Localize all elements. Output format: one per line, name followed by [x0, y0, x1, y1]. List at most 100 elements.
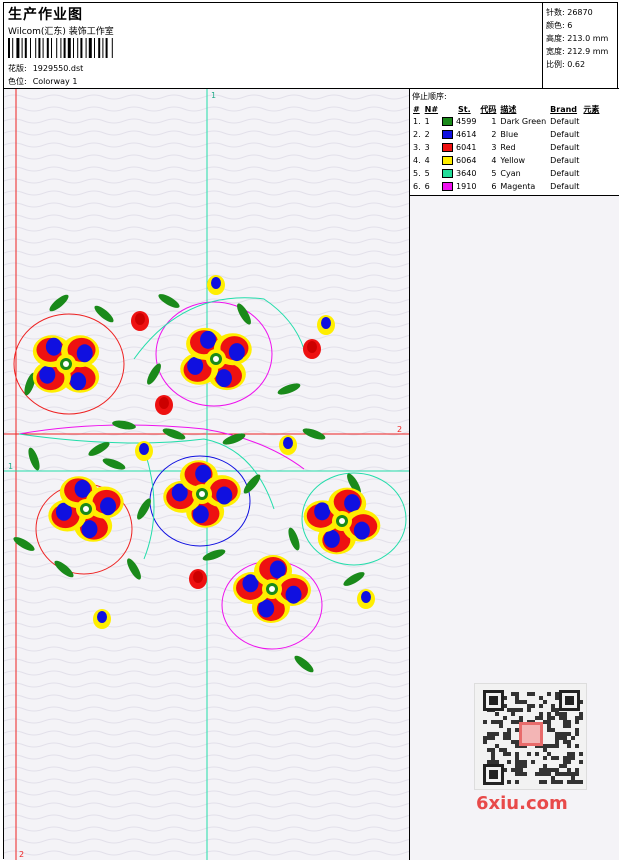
row-index: 2. — [413, 130, 421, 139]
embroidery-preview: 1 1 2 2 — [4, 89, 409, 860]
design-scale-label: 比例: — [546, 60, 565, 69]
stop-sequence-panel: 停止顺序: # N# St. 代码 描述 Brand 元素 1. 1 4599 1 Da… — [410, 89, 619, 196]
bud-3 — [317, 315, 335, 335]
row-description: Cyan — [500, 169, 521, 178]
row-stitches: 6064 — [440, 154, 478, 167]
row-brand: Default — [550, 117, 580, 126]
color-row: 5. 5 3640 5 Cyan Default — [411, 167, 601, 180]
row-stitch-count: 4614 — [456, 130, 477, 139]
bud-1 — [131, 311, 149, 331]
qr-code — [474, 683, 587, 790]
guide-marker-top: 1 — [211, 91, 216, 100]
row-stitch-count: 4599 — [456, 117, 477, 126]
row-stitch-count: 6064 — [456, 156, 477, 165]
color-swatch — [442, 143, 454, 152]
guide-marker-left: 1 — [8, 462, 13, 471]
row-stitches: 4614 — [440, 128, 478, 141]
row-needle: 4 — [424, 156, 430, 165]
color-swatch — [442, 117, 454, 126]
row-description: Blue — [500, 130, 519, 139]
flower-2 — [180, 327, 252, 391]
production-worksheet: 生产作业图 Wilcom(汇东) 装饰工作室 花版: 1929550.dst 色位… — [3, 2, 619, 860]
row-brand: Default — [550, 182, 580, 191]
row-stitch-count: 6041 — [456, 143, 477, 152]
row-stitch-count: 3640 — [456, 169, 477, 178]
design-scale: 比例: 0.62 — [546, 59, 585, 70]
row-element — [581, 167, 601, 180]
row-brand: Default — [550, 143, 580, 152]
row-description: Magenta — [500, 182, 536, 191]
side-panel: 停止顺序: # N# St. 代码 描述 Brand 元素 1. 1 4599 1 Da… — [410, 89, 619, 860]
row-stitches: 4599 — [440, 115, 478, 128]
row-code: 2 — [491, 130, 497, 139]
stop-sequence-title: 停止顺序: — [412, 92, 447, 101]
flower-1 — [32, 335, 100, 393]
design-stats: 针数: 26870 颜色: 6 高度: 213.0 mm 宽度: 212.9 m… — [542, 3, 619, 89]
color-swatch — [442, 182, 454, 191]
row-code: 1 — [491, 117, 497, 126]
row-index: 6. — [413, 182, 421, 191]
row-needle: 3 — [424, 143, 430, 152]
row-brand: Default — [550, 156, 580, 165]
row-description: Yellow — [500, 156, 526, 165]
row-description: Red — [500, 143, 516, 152]
guide-marker-bottom: 2 — [19, 850, 24, 859]
row-index: 1. — [413, 117, 421, 126]
color-row: 4. 4 6064 4 Yellow Default — [411, 154, 601, 167]
header-info: 生产作业图 Wilcom(汇东) 装饰工作室 花版: 1929550.dst 色位… — [4, 3, 542, 89]
bud-8 — [93, 609, 111, 629]
col-index: # — [413, 104, 420, 114]
row-needle: 1 — [424, 117, 430, 126]
color-count: 颜色: 6 — [546, 20, 572, 31]
color-row: 1. 1 4599 1 Dark Green Default — [411, 115, 601, 128]
design-canvas[interactable]: 1 1 2 2 — [4, 89, 410, 860]
barcode — [8, 38, 113, 58]
guide-marker-right: 2 — [397, 425, 402, 434]
col-brand: Brand — [550, 104, 578, 114]
color-count-value: 6 — [567, 21, 573, 30]
row-element — [581, 115, 601, 128]
row-element — [581, 141, 601, 154]
row-code: 3 — [491, 143, 497, 152]
design-scale-value: 0.62 — [567, 60, 586, 69]
stitch-count-value: 26870 — [567, 8, 593, 17]
row-stitches: 3640 — [440, 167, 478, 180]
color-table-header: # N# St. 代码 描述 Brand 元素 — [411, 103, 601, 115]
row-needle: 5 — [424, 169, 430, 178]
color-row: 6. 6 1910 6 Magenta Default — [411, 180, 601, 193]
bud-4 — [155, 395, 173, 415]
design-label: 花版: — [8, 64, 27, 73]
bud-7 — [189, 569, 207, 589]
page-title: 生产作业图 — [8, 7, 83, 23]
row-element — [581, 180, 601, 193]
row-code: 6 — [491, 182, 497, 191]
color-row: 3. 3 6041 3 Red Default — [411, 141, 601, 154]
design-width-value: 212.9 mm — [567, 47, 609, 56]
design-height-label: 高度: — [546, 34, 565, 43]
design-height-value: 213.0 mm — [567, 34, 609, 43]
row-index: 5. — [413, 169, 421, 178]
color-count-label: 颜色: — [546, 21, 565, 30]
color-swatch — [442, 169, 454, 178]
stitch-count: 针数: 26870 — [546, 7, 593, 18]
design-width-label: 宽度: — [546, 47, 565, 56]
color-table: # N# St. 代码 描述 Brand 元素 1. 1 4599 1 Dark Gre… — [411, 103, 601, 193]
design-value: 1929550.dst — [32, 64, 84, 73]
row-stitches: 1910 — [440, 180, 478, 193]
bud-9 — [357, 589, 375, 609]
row-brand: Default — [550, 130, 580, 139]
row-stitches: 6041 — [440, 141, 478, 154]
bud-10 — [303, 339, 321, 359]
row-description: Dark Green — [500, 117, 547, 126]
col-needle: N# — [424, 104, 439, 114]
col-description: 描述 — [500, 104, 517, 114]
row-needle: 2 — [424, 130, 430, 139]
row-code: 5 — [491, 169, 497, 178]
row-index: 3. — [413, 143, 421, 152]
watermark-logo: 6xiu.com — [476, 793, 568, 814]
colorway-label: 色位: — [8, 77, 27, 86]
colorway-value: Colorway 1 — [32, 77, 78, 86]
col-stitches: St. — [458, 104, 471, 114]
color-swatch — [442, 130, 454, 139]
bud-2 — [207, 275, 225, 295]
